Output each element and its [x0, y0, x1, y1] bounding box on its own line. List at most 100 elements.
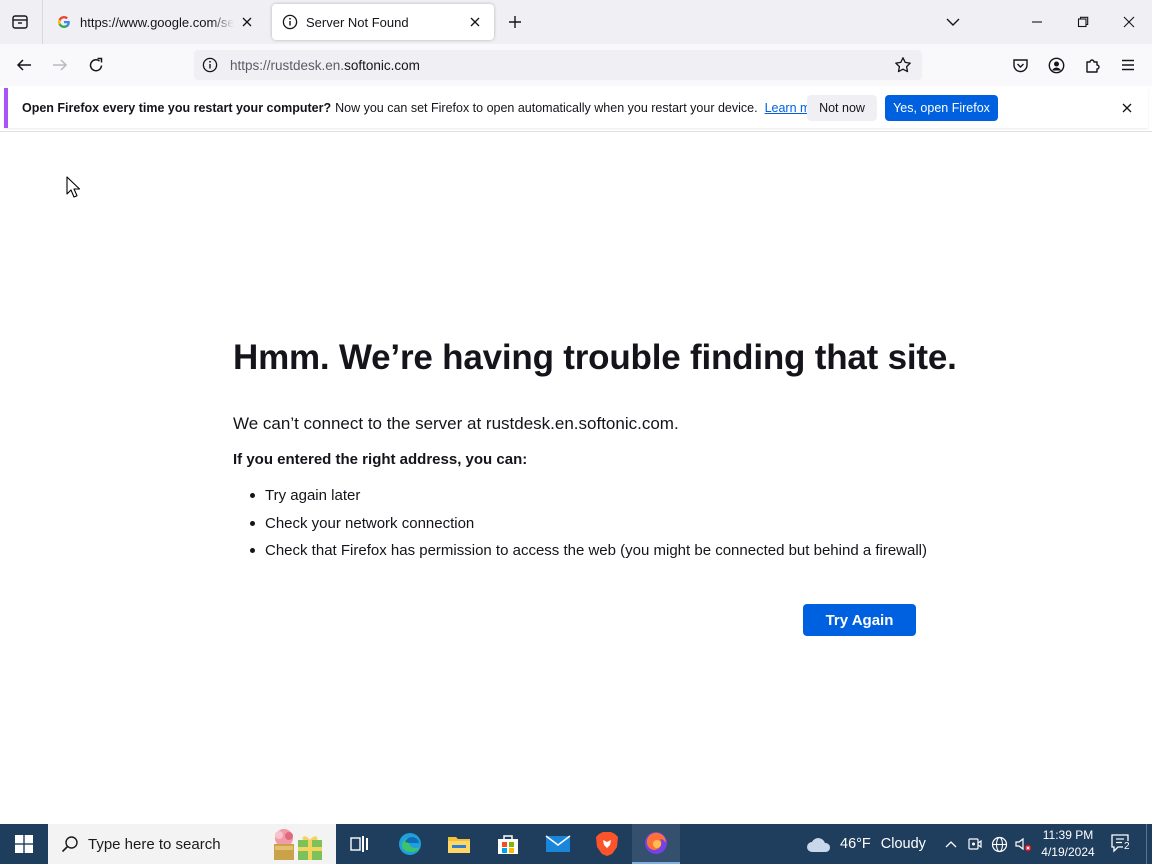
action-center-button[interactable]: 2	[1106, 824, 1138, 864]
taskbar-edge[interactable]	[386, 824, 434, 864]
firefox-view-icon	[12, 15, 28, 29]
list-item: Check that Firefox has permission to acc…	[233, 537, 933, 565]
bullet	[250, 520, 255, 526]
url-domain: softonic.com	[344, 57, 420, 73]
microsoft-store-icon	[498, 835, 518, 854]
error-description: We can’t connect to the server at rustde…	[233, 414, 679, 433]
weather-condition: Cloudy	[880, 836, 926, 852]
taskbar-microsoft-store[interactable]	[484, 824, 532, 864]
system-clock[interactable]: 11:39 PM 4/19/2024	[1038, 827, 1098, 861]
weather-temperature: 46°F	[840, 836, 871, 852]
url-text: https://rustdesk.en.softonic.com	[230, 58, 420, 73]
close-window-button[interactable]	[1106, 0, 1152, 44]
windows-logo-icon	[15, 835, 33, 853]
notification-message: Now you can set Firefox to open automati…	[335, 101, 758, 115]
tab-google-search[interactable]: https://www.google.com/search?q=rustdesk	[46, 4, 266, 40]
hamburger-menu-icon	[1122, 59, 1134, 71]
tab-server-not-found[interactable]: Server Not Found	[272, 4, 494, 40]
notification-count: 2	[1123, 841, 1131, 852]
tab-title: https://www.google.com/search?q=rustdesk	[80, 14, 234, 30]
tray-volume[interactable]	[1012, 824, 1034, 864]
firefox-icon	[645, 832, 667, 854]
restore-icon	[1077, 16, 1089, 28]
taskbar: Type here to search 46°F Cloudy 11:39 PM…	[0, 824, 1152, 864]
account-icon	[1048, 57, 1064, 73]
close-notification-icon[interactable]	[1118, 99, 1136, 117]
taskbar-file-explorer[interactable]	[435, 824, 483, 864]
start-button[interactable]	[0, 824, 48, 864]
site-info-icon[interactable]	[196, 50, 224, 80]
globe-network-icon	[991, 836, 1007, 852]
tray-meet-now[interactable]	[964, 824, 986, 864]
weather-widget[interactable]: 46°F Cloudy	[806, 824, 926, 864]
taskbar-firefox[interactable]	[632, 824, 680, 864]
search-highlight-gift-icon	[274, 829, 322, 860]
show-hidden-icons-button[interactable]	[940, 824, 962, 864]
taskbar-mail[interactable]	[534, 824, 582, 864]
file-explorer-icon	[448, 837, 470, 853]
taskbar-task-view[interactable]	[336, 824, 384, 864]
error-subtitle: If you entered the right address, you ca…	[233, 451, 528, 468]
list-all-tabs-button[interactable]	[930, 0, 976, 44]
reload-button[interactable]	[81, 50, 111, 80]
extensions-button[interactable]	[1077, 50, 1107, 80]
meet-now-icon	[968, 838, 982, 850]
minimize-button[interactable]	[1014, 0, 1060, 44]
bullet	[250, 493, 255, 499]
screen: https://www.google.com/search?q=rustdesk…	[0, 0, 1152, 864]
error-container: Hmm. We’re having trouble finding that s…	[233, 338, 957, 565]
tab-separator	[42, 0, 43, 44]
info-icon	[282, 14, 298, 30]
arrow-left-icon	[16, 59, 31, 71]
taskbar-brave[interactable]	[583, 824, 631, 864]
plus-icon	[509, 16, 521, 28]
chevron-up-icon	[945, 841, 957, 848]
bookmark-star-icon[interactable]	[890, 52, 916, 78]
back-button[interactable]	[9, 50, 39, 80]
try-again-button[interactable]: Try Again	[803, 604, 916, 636]
mouse-pointer-icon	[66, 176, 80, 198]
new-tab-button[interactable]	[502, 8, 528, 36]
pocket-button[interactable]	[1005, 50, 1035, 80]
suggestion-text: Check your network connection	[265, 514, 475, 532]
close-tab-icon[interactable]	[238, 13, 256, 31]
forward-button[interactable]	[45, 50, 75, 80]
restore-button[interactable]	[1060, 0, 1106, 44]
close-tab-icon[interactable]	[466, 13, 484, 31]
cloud-icon	[807, 838, 831, 852]
edge-icon	[399, 833, 421, 855]
arrow-right-icon	[53, 59, 68, 71]
not-now-button[interactable]: Not now	[807, 95, 877, 121]
task-view-icon	[350, 836, 368, 852]
google-g-icon	[56, 14, 72, 30]
content-divider	[0, 131, 1152, 132]
tab-strip: https://www.google.com/search?q=rustdesk…	[0, 0, 1152, 44]
account-button[interactable]	[1041, 50, 1071, 80]
tab-title: Server Not Found	[306, 14, 409, 30]
app-menu-button[interactable]	[1113, 50, 1143, 80]
mail-icon	[545, 835, 571, 852]
reload-icon	[89, 57, 103, 72]
url-bar[interactable]: https://rustdesk.en.softonic.com	[194, 50, 922, 80]
show-desktop-button[interactable]	[1146, 824, 1152, 864]
suggestion-text: Try again later	[265, 487, 361, 505]
error-title: Hmm. We’re having trouble finding that s…	[233, 338, 957, 377]
bullet	[250, 548, 255, 554]
clock-date: 4/19/2024	[1041, 845, 1095, 859]
brave-icon	[596, 832, 618, 856]
chevron-down-icon	[946, 18, 960, 26]
list-item: Check your network connection	[233, 510, 933, 538]
taskbar-search-box[interactable]: Type here to search	[48, 824, 336, 864]
tray-network[interactable]	[988, 824, 1010, 864]
suggestion-list: Try again later Check your network conne…	[233, 482, 933, 565]
puzzle-icon	[1085, 58, 1100, 73]
firefox-view-button[interactable]	[6, 8, 34, 36]
notification-bar: Open Firefox every time you restart your…	[4, 88, 1148, 128]
minimize-icon	[1032, 21, 1042, 23]
close-icon	[1123, 16, 1135, 28]
yes-open-firefox-button[interactable]: Yes, open Firefox	[885, 95, 998, 121]
suggestion-text: Check that Firefox has permission to acc…	[265, 542, 928, 560]
clock-time: 11:39 PM	[1042, 828, 1094, 842]
search-icon	[60, 834, 80, 854]
notification-lead: Open Firefox every time you restart your…	[22, 101, 332, 115]
